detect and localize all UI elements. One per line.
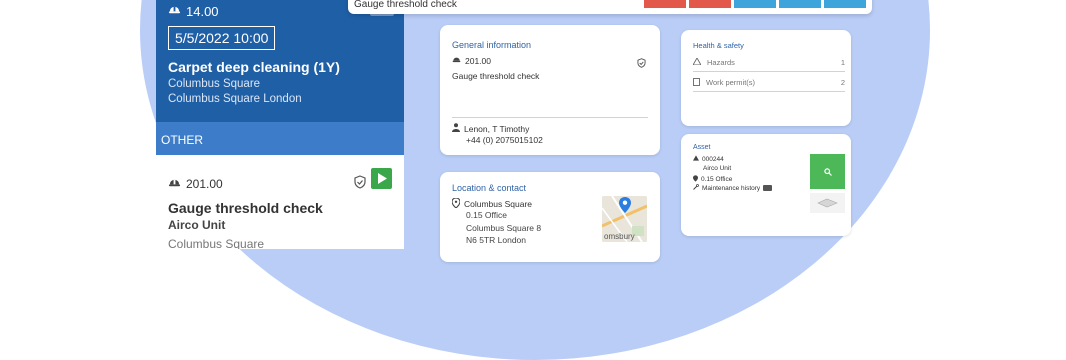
other-job-location: Columbus Square xyxy=(168,237,265,249)
action-button-3[interactable] xyxy=(734,0,776,8)
action-button-4[interactable] xyxy=(779,0,821,8)
card-heading: Asset xyxy=(693,144,711,151)
asset-id: 000244 xyxy=(693,155,724,163)
general-information-card: General information 201.00 Gauge thresho… xyxy=(440,25,660,155)
map-pin-icon xyxy=(619,197,631,218)
location-map[interactable]: omsbury xyxy=(602,196,647,242)
location-address-1: Columbus Square 8 xyxy=(466,223,542,233)
other-job-card[interactable]: 201.00 Gauge threshold check Airco Unit … xyxy=(156,155,404,249)
other-job-cost-value: 201.00 xyxy=(186,177,223,191)
action-button-5[interactable] xyxy=(824,0,866,8)
section-header-other: OTHER xyxy=(156,122,404,155)
document-icon xyxy=(693,77,700,88)
maintenance-history-label: Maintenance history xyxy=(702,184,761,192)
card-heading: Location & contact xyxy=(452,183,527,193)
location-address-2: N6 5TR London xyxy=(466,235,527,245)
maintenance-history-link[interactable]: Maintenance history xyxy=(693,184,773,192)
current-job-datetime: 5/5/2022 10:00 xyxy=(168,26,276,50)
map-label: omsbury xyxy=(604,232,635,241)
warning-icon xyxy=(693,155,699,163)
location-room: 0.15 Office xyxy=(466,210,507,220)
wrench-icon xyxy=(693,184,699,192)
start-job-button[interactable] xyxy=(371,168,392,189)
action-button-1[interactable] xyxy=(644,0,686,8)
current-job-header[interactable]: 14.00 5/5/2022 10:00 Carpet deep cleanin… xyxy=(156,0,404,122)
other-job-asset: Airco Unit xyxy=(168,218,226,232)
more-icon[interactable] xyxy=(763,185,773,191)
contact-name: Lenon, T Timothy xyxy=(464,123,530,134)
asset-name: Airco Unit xyxy=(703,165,732,172)
map-pin-icon xyxy=(451,197,461,210)
helmet-icon xyxy=(452,55,461,66)
play-icon xyxy=(377,173,387,184)
hazards-count: 1 xyxy=(840,58,845,67)
hazards-row[interactable]: Hazards 1 xyxy=(692,54,845,72)
health-safety-card: Health & safety Hazards 1 Work permit(s)… xyxy=(681,30,851,126)
other-job-title: Gauge threshold check xyxy=(168,200,323,216)
gi-cost-value: 201.00 xyxy=(465,55,491,66)
card-heading: Health & safety xyxy=(693,41,744,50)
divider xyxy=(452,117,648,118)
helmet-icon xyxy=(168,176,181,192)
current-job-address: Columbus Square London xyxy=(168,93,302,105)
action-bar-title: Gauge threshold check xyxy=(354,0,457,10)
helmet-icon xyxy=(168,3,181,19)
place-name: Columbus Square xyxy=(464,199,533,209)
card-heading: General information xyxy=(452,40,532,50)
asset-id-value: 000244 xyxy=(702,155,724,163)
asset-thumbnail[interactable] xyxy=(810,193,845,213)
gi-contact: Lenon, T Timothy xyxy=(452,123,529,134)
shield-icon xyxy=(637,55,646,73)
other-job-cost: 201.00 xyxy=(168,176,223,192)
search-icon xyxy=(823,167,832,176)
asset-card: Asset 000244 Airco Unit 0.15 Office Main… xyxy=(681,134,851,236)
gi-description: Gauge threshold check xyxy=(452,71,540,81)
gi-cost: 201.00 xyxy=(452,55,491,66)
current-job-cost-value: 14.00 xyxy=(186,3,219,19)
asset-room: 0.15 Office xyxy=(693,175,732,184)
hazards-label: Hazards xyxy=(707,58,735,67)
shield-check-icon xyxy=(354,175,366,194)
contact-phone[interactable]: +44 (0) 2075015102 xyxy=(466,135,543,145)
job-action-bar: Gauge threshold check xyxy=(348,0,872,14)
current-job-title: Carpet deep cleaning (1Y) xyxy=(168,59,340,75)
asset-search-button[interactable] xyxy=(810,154,845,189)
map-pin-icon xyxy=(693,175,698,184)
work-permits-row[interactable]: Work permit(s) 2 xyxy=(693,74,845,92)
mobile-job-list: 14.00 5/5/2022 10:00 Carpet deep cleanin… xyxy=(156,0,404,249)
current-job-cost: 14.00 xyxy=(168,3,219,19)
work-permits-count: 2 xyxy=(840,78,845,87)
action-button-2[interactable] xyxy=(689,0,731,8)
asset-room-value: 0.15 Office xyxy=(701,176,733,183)
warning-icon xyxy=(692,57,702,67)
person-icon xyxy=(452,123,460,134)
work-permits-label: Work permit(s) xyxy=(706,78,756,87)
location-place: Columbus Square xyxy=(451,197,533,210)
current-job-location: Columbus Square xyxy=(168,78,261,90)
